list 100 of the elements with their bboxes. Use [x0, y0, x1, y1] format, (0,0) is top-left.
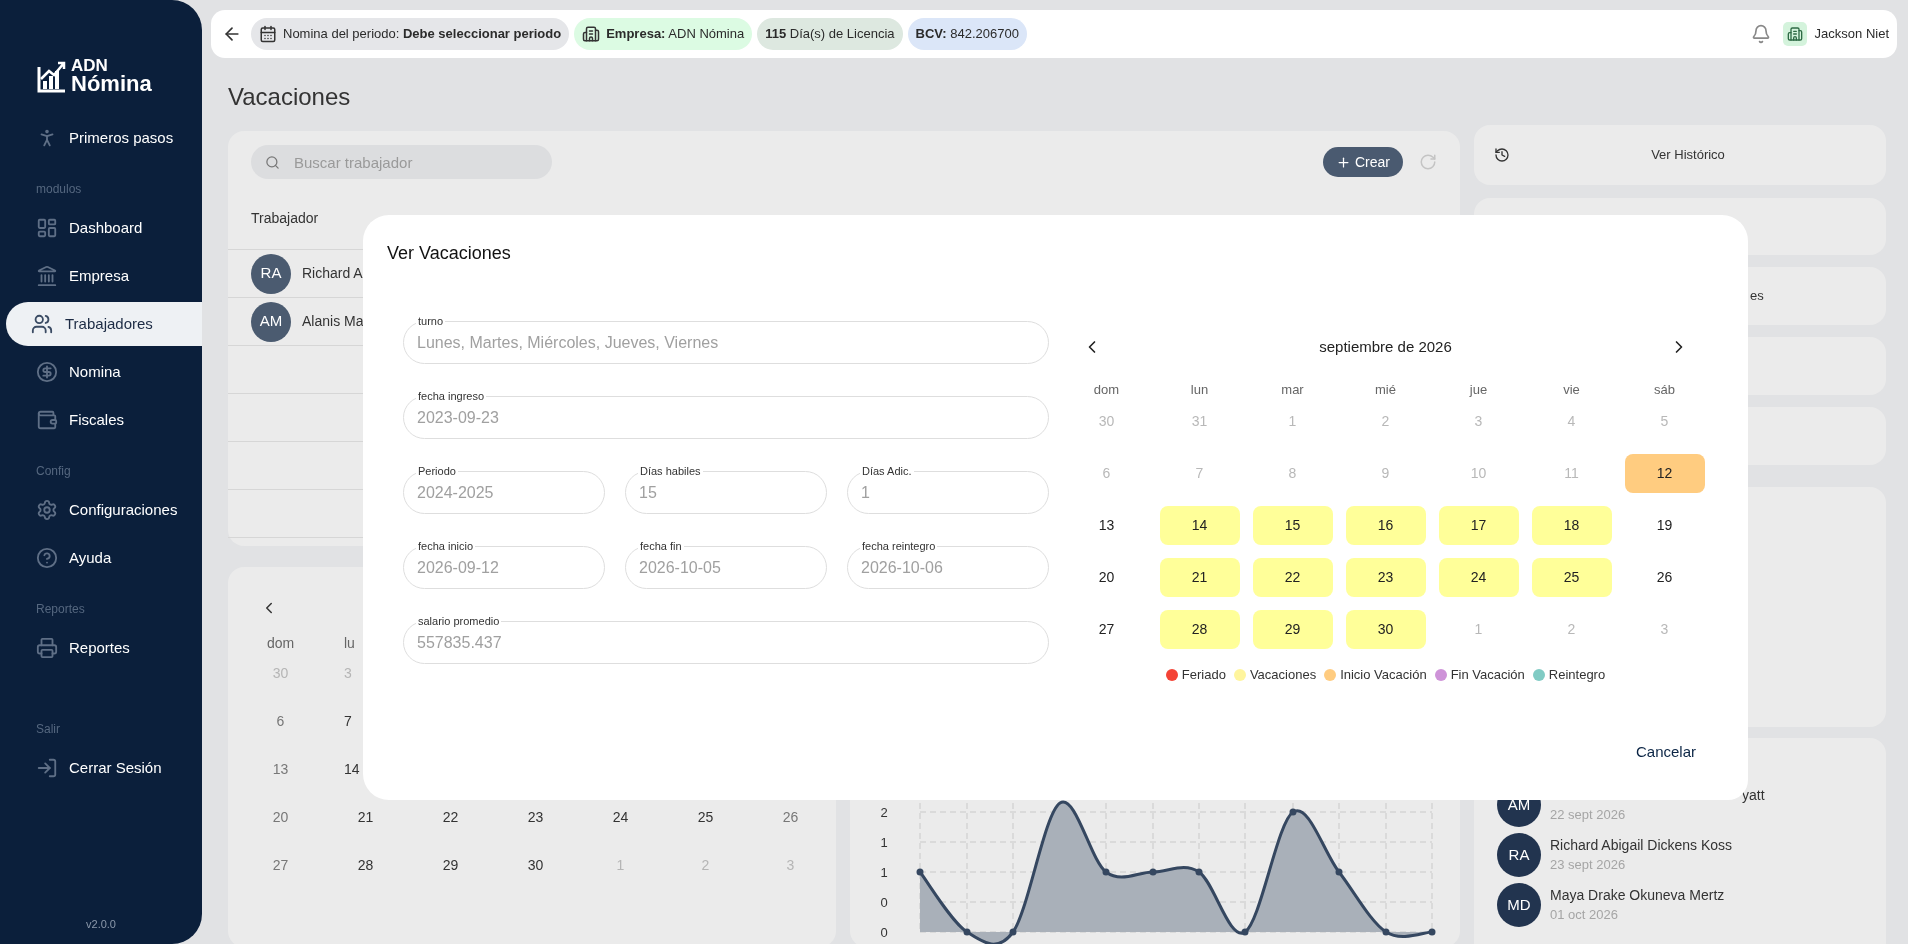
- legend-label: Feriado: [1181, 666, 1226, 685]
- data-point: [963, 928, 971, 936]
- section-label: Reportes: [36, 601, 85, 618]
- axis-label: 0: [880, 895, 888, 910]
- day-number[interactable]: 23: [527, 806, 544, 828]
- data-point: [1195, 868, 1203, 876]
- avatar: RA: [1497, 833, 1541, 877]
- day-number[interactable]: 27: [272, 854, 289, 876]
- sidebar-item[interactable]: Reportes: [0, 624, 202, 672]
- sidebar-item[interactable]: Primeros pasos: [0, 114, 202, 162]
- building-icon: [582, 25, 601, 43]
- legend-label: Reintegro: [1548, 666, 1606, 685]
- day-number[interactable]: 14: [344, 761, 360, 777]
- plus-icon: [1336, 154, 1351, 170]
- weekday-label: sáb: [1654, 381, 1675, 399]
- sidebar-item[interactable]: Cerrar Sesión: [0, 744, 202, 792]
- day-cell[interactable]: 26: [1624, 557, 1705, 597]
- user-menu[interactable]: Jackson Niet: [1782, 22, 1889, 46]
- day-number[interactable]: 13: [272, 758, 289, 780]
- sidebar-item[interactable]: Empresa: [0, 252, 202, 300]
- data-point: [1335, 868, 1343, 876]
- day-number[interactable]: 6: [276, 710, 285, 732]
- weekday-label: dom: [1093, 381, 1120, 399]
- field-label: fecha ingreso: [417, 389, 486, 403]
- data-point: [1428, 928, 1436, 936]
- day-cell[interactable]: 25: [1531, 557, 1612, 597]
- day-cell[interactable]: 15: [1252, 505, 1333, 545]
- weekday-label: dom: [266, 633, 295, 653]
- help-icon: [36, 547, 58, 569]
- axis-label: 0: [880, 925, 888, 940]
- person-name: Richard Abigail Dickens Koss: [1550, 836, 1733, 855]
- column-header: Trabajador: [251, 209, 319, 228]
- cancel-button[interactable]: Cancelar: [1621, 734, 1710, 770]
- day-cell[interactable]: 17: [1438, 505, 1519, 545]
- weekday-label: mié: [1375, 381, 1396, 399]
- calendar-icon: [259, 25, 277, 43]
- day-number[interactable]: 7: [344, 713, 352, 729]
- printer-icon: [36, 637, 58, 659]
- info-chip: 115 Día(s) de Licencia: [757, 18, 903, 50]
- weekday-label: vie: [1563, 381, 1580, 399]
- data-point: [916, 868, 924, 876]
- notification-icon[interactable]: [1750, 24, 1771, 44]
- month-label: septiembre de 2026: [1319, 336, 1452, 357]
- history-icon: [1494, 147, 1510, 163]
- day-number[interactable]: 30: [527, 854, 544, 876]
- data-point: [1102, 868, 1110, 876]
- sidebar-item[interactable]: Trabajadores: [6, 302, 202, 346]
- day-cell[interactable]: 16: [1345, 505, 1426, 545]
- legend-label: Fin Vacación: [1450, 666, 1525, 685]
- day-number[interactable]: 28: [357, 854, 374, 876]
- day-cell[interactable]: 18: [1531, 505, 1612, 545]
- sidebar-item[interactable]: Fiscales: [0, 396, 202, 444]
- day-number[interactable]: 26: [782, 806, 799, 828]
- legend-label: Vacaciones: [1249, 666, 1317, 685]
- logo-icon: [37, 59, 67, 93]
- weekday-label: mar: [1281, 381, 1304, 399]
- day-cell[interactable]: 12: [1624, 453, 1705, 493]
- sidebar-item[interactable]: Ayuda: [0, 534, 202, 582]
- day-cell[interactable]: 22: [1252, 557, 1333, 597]
- users-icon: [31, 313, 53, 335]
- day-cell[interactable]: 28: [1159, 609, 1240, 649]
- vacation-date: 22 sept 2026: [1550, 806, 1627, 824]
- day-cell[interactable]: 27: [1066, 609, 1147, 649]
- worker-name: Richard A: [302, 264, 363, 283]
- day-cell[interactable]: 24: [1438, 557, 1519, 597]
- day-number[interactable]: 24: [612, 806, 629, 828]
- day-cell[interactable]: 14: [1159, 505, 1240, 545]
- sidebar-item[interactable]: Dashboard: [0, 204, 202, 252]
- day-cell[interactable]: 13: [1066, 505, 1147, 545]
- info-chip: Nomina del periodo: Debe seleccionar periodo: [251, 18, 570, 50]
- day-cell[interactable]: 19: [1624, 505, 1705, 545]
- axis-label: 1: [880, 865, 888, 880]
- version-label: v2.0.0: [86, 916, 116, 932]
- logo-text: ADN: [71, 58, 109, 74]
- data-point: [1241, 928, 1249, 936]
- weekday-label: jue: [1469, 381, 1488, 399]
- day-cell[interactable]: 30: [1345, 609, 1426, 649]
- sidebar-item[interactable]: Nomina: [0, 348, 202, 396]
- person-name: yatt: [1741, 786, 1765, 805]
- day-number[interactable]: 21: [357, 806, 374, 828]
- field-label: fecha reintegro: [861, 539, 937, 553]
- day-number[interactable]: 20: [272, 806, 289, 828]
- day-cell[interactable]: 29: [1252, 609, 1333, 649]
- card-label: es: [1750, 287, 1764, 306]
- section-label: Salir: [36, 721, 60, 738]
- avatar: MD: [1497, 883, 1541, 927]
- sidebar-item[interactable]: Configuraciones: [0, 486, 202, 534]
- day-number[interactable]: 25: [697, 806, 714, 828]
- dollar-icon: [36, 361, 58, 383]
- dialog-title: Ver Vacaciones: [386, 242, 511, 265]
- data-point: [1149, 868, 1157, 876]
- legend-label: Inicio Vacación: [1340, 666, 1427, 685]
- create-button[interactable]: Crear: [1323, 147, 1403, 177]
- day-cell[interactable]: 23: [1345, 557, 1426, 597]
- day-number[interactable]: 29: [442, 854, 459, 876]
- history-button[interactable]: Ver Histórico: [1474, 125, 1886, 185]
- day-number[interactable]: 22: [442, 806, 459, 828]
- search-field[interactable]: Buscar trabajador: [251, 145, 552, 179]
- day-cell[interactable]: 21: [1159, 557, 1240, 597]
- day-cell[interactable]: 20: [1066, 557, 1147, 597]
